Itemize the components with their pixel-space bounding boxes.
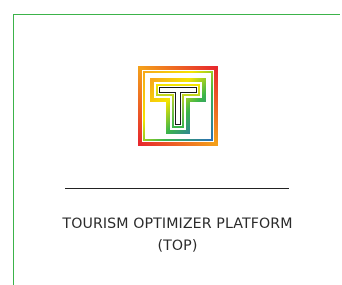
divider [65,188,289,189]
top-logo-icon [138,66,218,146]
product-card[interactable]: TOURISM OPTIMIZER PLATFORM (TOP) [13,14,340,285]
product-title-line2: (TOP) [157,238,198,254]
product-title-line1: TOURISM OPTIMIZER PLATFORM [62,216,293,232]
product-title[interactable]: TOURISM OPTIMIZER PLATFORM (TOP) [14,213,341,257]
